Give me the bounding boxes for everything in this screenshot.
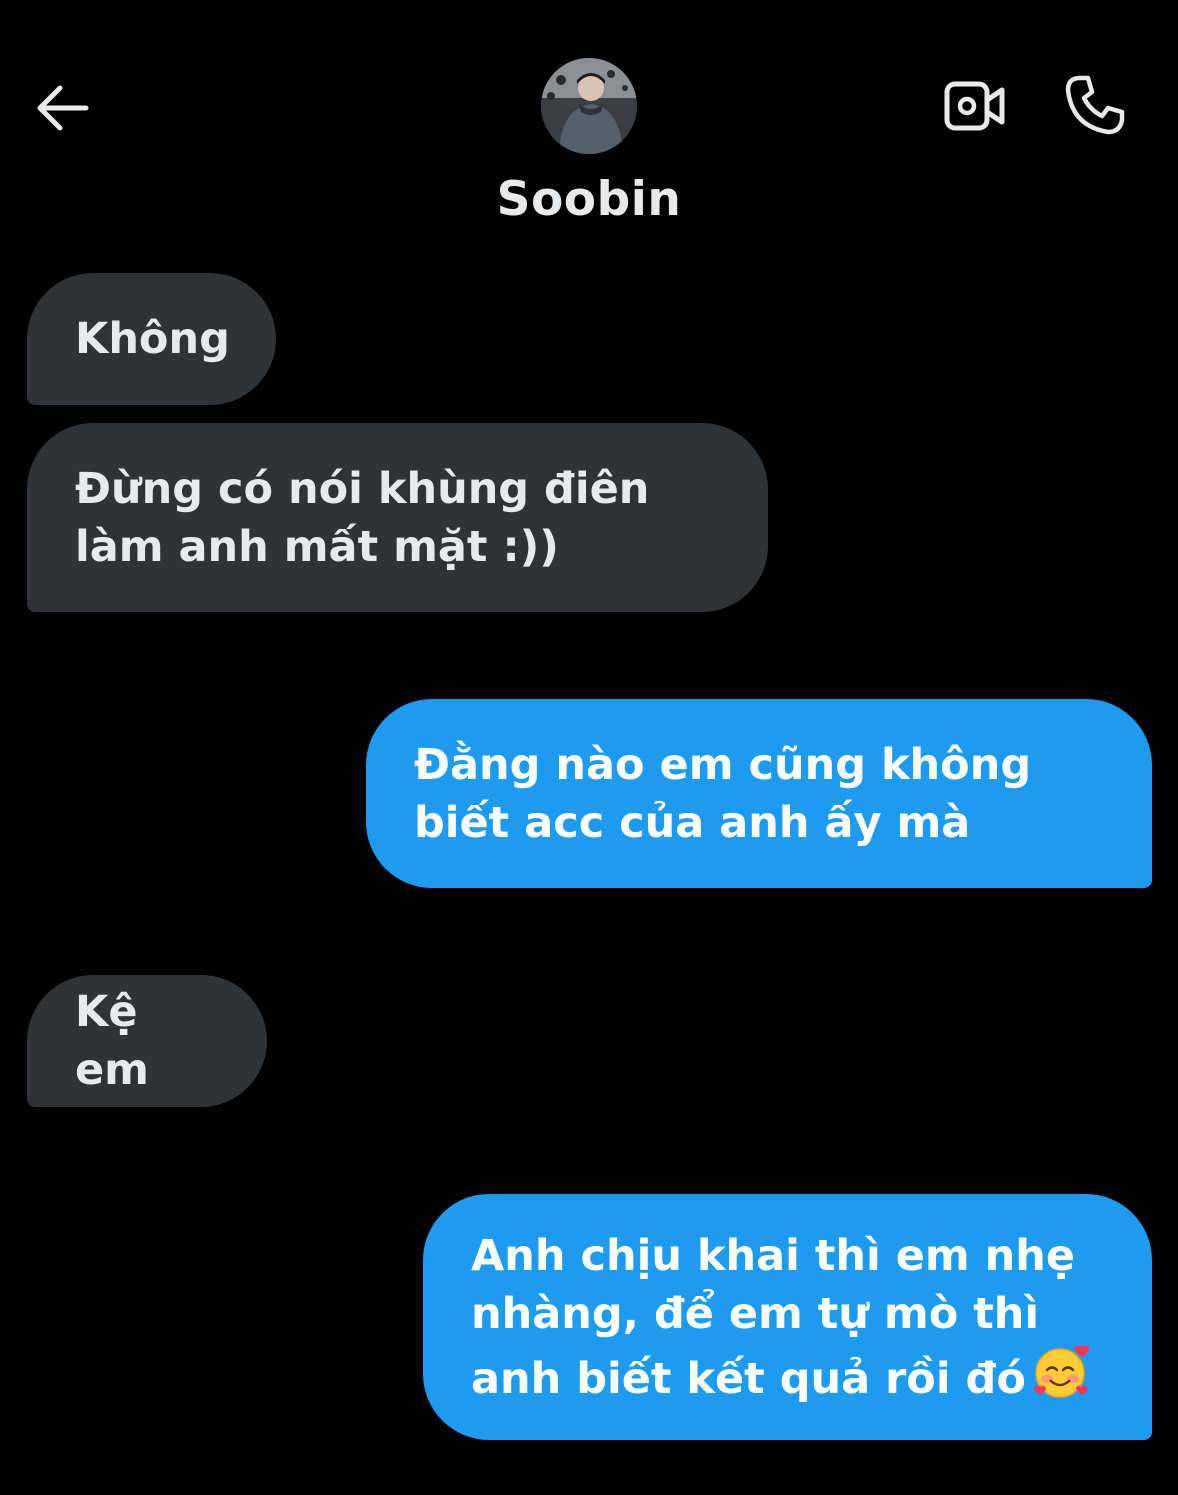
message-bubble-outgoing[interactable]: Anh chịu khai thì em nhẹ nhàng, để em tự…: [423, 1194, 1152, 1440]
message-content: Anh chịu khai thì em nhẹ nhàng, để em tự…: [471, 1227, 1104, 1408]
message-text: Đằng nào em cũng không biết acc của anh …: [414, 739, 1032, 848]
video-call-button[interactable]: [940, 74, 1010, 138]
message-bubble-incoming[interactable]: Kệ em: [27, 975, 267, 1107]
avatar-image: [541, 58, 637, 154]
back-button[interactable]: [30, 76, 94, 140]
message-bubble-incoming[interactable]: Đừng có nói khùng điên làm anh mất mặt :…: [27, 423, 768, 612]
message-text: Không: [75, 314, 230, 364]
phone-icon: [1065, 75, 1125, 135]
arrow-left-icon: [37, 85, 89, 131]
conversation-header: Soobin: [0, 0, 1178, 250]
message-text: Kệ em: [75, 987, 149, 1095]
message-bubble-incoming[interactable]: Không: [27, 273, 276, 405]
video-camera-icon: [944, 81, 1005, 131]
avatar[interactable]: [541, 58, 637, 154]
smiling-face-with-hearts-icon: [1033, 1344, 1090, 1398]
message-text: Anh chịu khai thì em nhẹ nhàng, để em tự…: [471, 1230, 1076, 1404]
message-text: Đừng có nói khùng điên làm anh mất mặt :…: [75, 463, 650, 572]
contact-name[interactable]: Soobin: [389, 172, 789, 227]
message-bubble-outgoing[interactable]: Đằng nào em cũng không biết acc của anh …: [366, 699, 1152, 888]
voice-call-button[interactable]: [1060, 70, 1130, 140]
